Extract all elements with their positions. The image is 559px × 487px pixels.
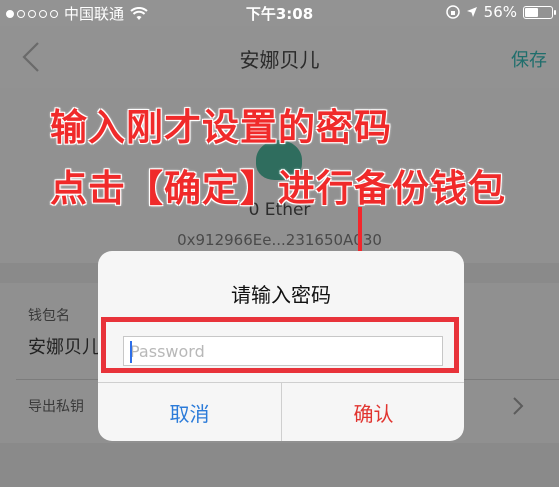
wallet-name-field[interactable]: 安娜贝儿	[28, 333, 100, 359]
password-dialog: 请输入密码 取消 确认	[98, 251, 464, 441]
page-title: 安娜贝儿	[239, 48, 320, 72]
wallet-address: 0x912966Ee...231650A030	[177, 231, 382, 249]
battery-percent: 56%	[483, 3, 517, 21]
input-highlight-frame	[101, 317, 459, 373]
chevron-right-icon	[513, 397, 524, 415]
save-button[interactable]: 保存	[511, 46, 547, 72]
wallet-name-label: 钱包名	[28, 308, 70, 324]
text-caret	[130, 341, 132, 363]
password-input[interactable]	[123, 336, 443, 366]
navigation-bar: 安娜贝儿 保存	[0, 26, 559, 88]
annotation-line-1: 输入刚才设置的密码	[50, 106, 392, 149]
orientation-lock-icon	[445, 5, 460, 19]
location-arrow-icon	[466, 7, 477, 17]
export-private-key-item[interactable]: 导出私钥	[28, 396, 84, 416]
cancel-button[interactable]: 取消	[98, 383, 281, 441]
battery-icon	[523, 5, 556, 19]
confirm-button[interactable]: 确认	[282, 383, 464, 441]
annotation-line-2: 点击【确定】进行备份钱包	[50, 167, 506, 210]
dialog-title: 请输入密码	[231, 283, 331, 307]
status-bar: 中国联通 下午3:08 56%	[0, 0, 559, 26]
